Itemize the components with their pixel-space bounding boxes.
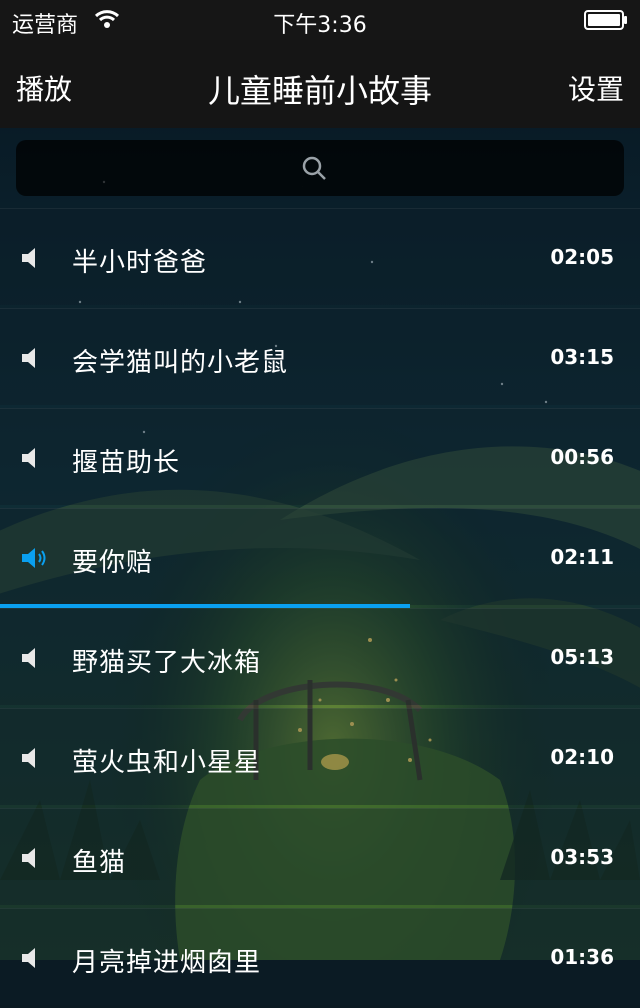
page-title: 儿童睡前小故事: [207, 72, 432, 110]
story-title: 鱼猫: [72, 848, 127, 878]
story-row[interactable]: 月亮掉进烟囱里 01:36: [0, 908, 640, 1008]
search-bar[interactable]: [16, 132, 624, 196]
story-title: 半小时爸爸: [72, 248, 208, 278]
story-title: 要你赔: [72, 548, 154, 578]
story-duration: 02:11: [550, 545, 614, 569]
speaker-icon: [22, 748, 35, 768]
speaker-playing-icon: [22, 548, 46, 568]
search-icon[interactable]: [300, 154, 328, 182]
battery-icon: [584, 10, 628, 30]
story-row-playing[interactable]: 要你赔 02:11: [0, 508, 640, 608]
story-duration: 00:56: [550, 445, 614, 469]
story-row[interactable]: 会学猫叫的小老鼠 03:15: [0, 308, 640, 408]
story-title: 萤火虫和小星星: [72, 748, 262, 778]
story-duration: 05:13: [550, 645, 614, 669]
speaker-icon: [22, 348, 35, 368]
story-title: 揠苗助长: [72, 448, 181, 478]
speaker-icon: [22, 848, 35, 868]
story-list: 半小时爸爸 02:05 会学猫叫的小老鼠 03:15 揠苗助长 00:56 要你…: [0, 208, 640, 1008]
story-title: 野猫买了大冰箱: [72, 648, 262, 678]
story-row[interactable]: 萤火虫和小星星 02:10: [0, 708, 640, 808]
story-row[interactable]: 揠苗助长 00:56: [0, 408, 640, 508]
story-row[interactable]: 半小时爸爸 02:05: [0, 208, 640, 308]
story-title: 会学猫叫的小老鼠: [72, 348, 289, 378]
speaker-icon: [22, 248, 35, 268]
story-duration: 03:53: [550, 845, 614, 869]
status-bar: 运营商 下午3:36: [0, 0, 640, 40]
story-row[interactable]: 野猫买了大冰箱 05:13: [0, 608, 640, 708]
speaker-icon: [22, 448, 35, 468]
story-row[interactable]: 鱼猫 03:53: [0, 808, 640, 908]
story-title: 月亮掉进烟囱里: [72, 948, 262, 978]
speaker-icon: [22, 648, 35, 668]
navigation-bar: 播放 儿童睡前小故事 设置: [0, 40, 640, 128]
story-duration: 03:15: [550, 345, 614, 369]
story-duration: 01:36: [550, 945, 614, 969]
speaker-icon: [22, 948, 35, 968]
settings-button[interactable]: 设置: [568, 68, 624, 108]
story-duration: 02:05: [550, 245, 614, 269]
story-duration: 02:10: [550, 745, 614, 769]
status-time: 下午3:36: [273, 13, 367, 38]
